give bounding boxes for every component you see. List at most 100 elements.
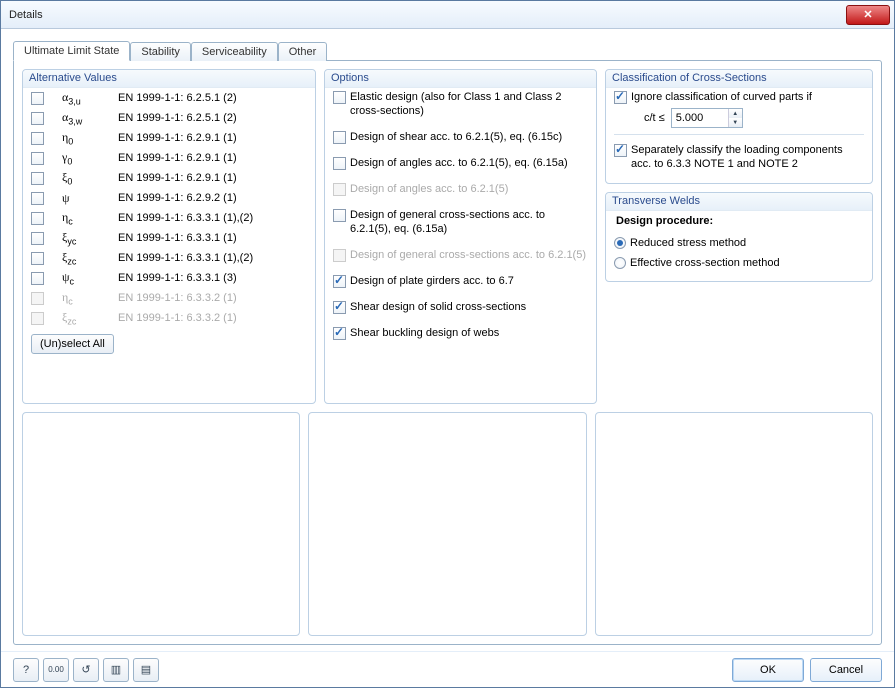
alt-value-symbol: α3,u [62,90,118,106]
alt-value-symbol: ξzc [62,250,118,266]
alt-value-checkbox[interactable] [31,252,44,265]
layout-icon: ▥ [111,663,121,676]
option-row: Design of angles acc. to 6.2.1(5), eq. (… [333,154,588,172]
tab-other[interactable]: Other [278,42,328,61]
undo-icon: ↺ [81,663,90,676]
ct-input[interactable] [672,109,728,127]
radio-row-reduced: Reduced stress method [614,233,864,253]
alt-value-checkbox[interactable] [31,112,44,125]
help-button[interactable]: ? [13,658,39,682]
option-checkbox[interactable] [333,157,346,170]
group-title: Transverse Welds [606,193,872,211]
footer: ? 0.00 ↺ ▥ ▤ OK Cancel [1,651,894,687]
option-row: Design of plate girders acc. to 6.7 [333,272,588,290]
alt-value-checkbox[interactable] [31,272,44,285]
alt-value-symbol: ξyc [62,230,118,246]
option-row: Design of angles acc. to 6.2.1(5) [333,180,588,198]
alt-value-row: ξycEN 1999-1-1: 6.3.3.1 (1) [31,228,307,248]
alt-value-symbol: ηc [62,210,118,226]
blank-panel [308,412,586,636]
alt-value-checkbox[interactable] [31,132,44,145]
option-label: Design of plate girders acc. to 6.7 [350,274,514,288]
alt-value-symbol: ψ [62,191,118,206]
option-checkbox[interactable] [333,91,346,104]
alt-value-reference: EN 1999-1-1: 6.3.3.2 (1) [118,292,307,304]
option-row: Design of general cross-sections acc. to… [333,246,588,264]
alt-value-reference: EN 1999-1-1: 6.2.5.1 (2) [118,112,307,124]
option-row: Design of shear acc. to 6.2.1(5), eq. (6… [333,128,588,146]
unselect-all-button[interactable]: (Un)select All [31,334,114,354]
reset-button[interactable]: ↺ [73,658,99,682]
option-label: Elastic design (also for Class 1 and Cla… [350,90,588,118]
alt-value-checkbox[interactable] [31,192,44,205]
spin-down-icon[interactable]: ▼ [729,118,742,127]
option-label: Design of shear acc. to 6.2.1(5), eq. (6… [350,130,562,144]
alt-value-row: ξzcEN 1999-1-1: 6.3.3.1 (1),(2) [31,248,307,268]
alt-value-checkbox[interactable] [31,152,44,165]
tab-serviceability[interactable]: Serviceability [191,42,278,61]
option-row: Shear buckling design of webs [333,324,588,342]
alt-value-row: ηcEN 1999-1-1: 6.3.3.1 (1),(2) [31,208,307,228]
option-label: Design of angles acc. to 6.2.1(5), eq. (… [350,156,568,170]
alt-value-row: ψEN 1999-1-1: 6.2.9.2 (1) [31,188,307,208]
alt-value-checkbox[interactable] [31,92,44,105]
radio-effective-cross-section[interactable] [614,257,626,269]
group-title: Alternative Values [23,70,315,88]
alt-value-checkbox[interactable] [31,212,44,225]
alt-value-row: γ0EN 1999-1-1: 6.2.9.1 (1) [31,148,307,168]
tab-body: Alternative Values α3,uEN 1999-1-1: 6.2.… [13,60,882,645]
group-alternative-values: Alternative Values α3,uEN 1999-1-1: 6.2.… [22,69,316,404]
option-checkbox[interactable] [333,275,346,288]
alt-value-symbol: ξ0 [62,170,118,186]
alt-value-row: η0EN 1999-1-1: 6.2.9.1 (1) [31,128,307,148]
ct-label: c/t ≤ [644,112,665,124]
tab-ultimate-limit-state[interactable]: Ultimate Limit State [13,41,130,61]
layout-button-1[interactable]: ▥ [103,658,129,682]
ct-spinner[interactable]: ▲ ▼ [671,108,743,128]
option-label: Shear buckling design of webs [350,326,499,340]
option-checkbox[interactable] [333,301,346,314]
alt-value-row: ψcEN 1999-1-1: 6.3.3.1 (3) [31,268,307,288]
alt-value-reference: EN 1999-1-1: 6.3.3.2 (1) [118,312,307,324]
option-row: Shear design of solid cross-sections [333,298,588,316]
option-checkbox[interactable] [333,209,346,222]
blank-panel [22,412,300,636]
group-classification: Classification of Cross-Sections Ignore … [605,69,873,184]
radio-reduced-stress[interactable] [614,237,626,249]
ignore-classification-checkbox[interactable] [614,91,627,104]
spin-up-icon[interactable]: ▲ [729,109,742,118]
option-label: Design of general cross-sections acc. to… [350,208,588,236]
ct-row: c/t ≤ ▲ ▼ [644,108,864,128]
option-checkbox [333,183,346,196]
alt-value-reference: EN 1999-1-1: 6.2.9.1 (1) [118,172,307,184]
alt-value-symbol: α3,w [62,110,118,126]
option-label: Design of angles acc. to 6.2.1(5) [350,182,508,196]
alt-value-checkbox[interactable] [31,172,44,185]
layout-button-2[interactable]: ▤ [133,658,159,682]
alt-value-checkbox[interactable] [31,232,44,245]
separator [614,134,864,135]
units-icon: 0.00 [48,665,64,674]
option-checkbox[interactable] [333,327,346,340]
layout-icon: ▤ [141,663,151,676]
blank-panels [22,412,873,636]
ok-button[interactable]: OK [732,658,804,682]
alt-value-reference: EN 1999-1-1: 6.2.5.1 (2) [118,92,307,104]
separately-classify-checkbox[interactable] [614,144,627,157]
group-options: Options Elastic design (also for Class 1… [324,69,597,404]
units-button[interactable]: 0.00 [43,658,69,682]
content-area: Ultimate Limit State Stability Serviceab… [1,29,894,651]
close-button[interactable]: ✕ [846,5,890,25]
alt-value-symbol: ψc [62,270,118,286]
dialog-window: Details ✕ Ultimate Limit State Stability… [0,0,895,688]
alt-value-symbol: ηc [62,290,118,306]
option-checkbox[interactable] [333,131,346,144]
alt-value-checkbox [31,312,44,325]
option-label: Shear design of solid cross-sections [350,300,526,314]
alt-value-reference: EN 1999-1-1: 6.3.3.1 (1),(2) [118,252,307,264]
alt-value-symbol: γ0 [62,150,118,166]
close-icon: ✕ [863,8,872,21]
tab-stability[interactable]: Stability [130,42,191,61]
title-bar: Details ✕ [1,1,894,29]
cancel-button[interactable]: Cancel [810,658,882,682]
